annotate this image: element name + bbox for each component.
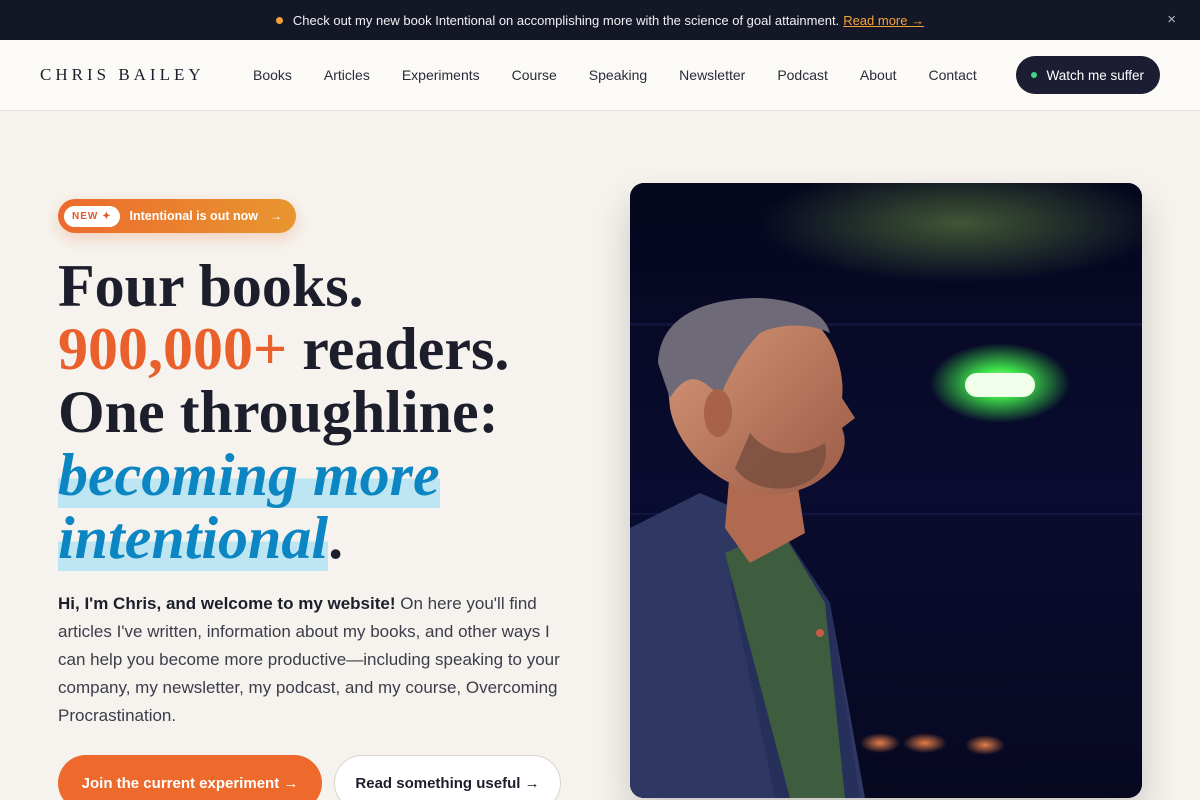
nav-item-experiments[interactable]: Experiments — [386, 67, 496, 83]
announcement-bar: Check out my new book Intentional on acc… — [0, 0, 1200, 40]
nav-item-articles[interactable]: Articles — [308, 67, 386, 83]
nav-item-podcast[interactable]: Podcast — [761, 67, 844, 83]
new-label: NEW ✦ — [64, 205, 120, 227]
hero-photo — [630, 183, 1142, 798]
read-something-useful-button[interactable]: Read something useful → — [334, 755, 561, 800]
arrow-right-icon: → — [269, 209, 282, 223]
nav-item-newsletter[interactable]: Newsletter — [663, 67, 761, 83]
intro-paragraph: Hi, I'm Chris, and welcome to my website… — [58, 590, 568, 730]
highlight-becoming-more: becoming more — [58, 442, 440, 508]
headline-period: . — [328, 505, 344, 571]
announcement-dot-icon — [275, 16, 283, 24]
headline-line-1: Four books. — [58, 253, 364, 319]
hero-headline: Four books. 900,000+ readers. One throug… — [58, 253, 598, 571]
nav-item-speaking[interactable]: Speaking — [573, 67, 663, 83]
intro-text: On here you'll find articles I've writte… — [58, 594, 560, 725]
main-nav: Books Articles Experiments Course Speaki… — [237, 40, 993, 110]
readers-count: 900,000+ — [58, 316, 288, 382]
headline-line-3: One throughline: — [58, 379, 499, 445]
headline-line-4: becoming more — [58, 442, 598, 508]
announcement-text: Check out my new book Intentional on acc… — [292, 12, 840, 28]
live-dot-icon — [1031, 72, 1038, 78]
headline-line-5: intentional. — [58, 505, 598, 571]
intro-bold: Hi, I'm Chris, and welcome to my website… — [58, 594, 396, 613]
highlight-intentional: intentional — [58, 505, 329, 571]
nav-item-books[interactable]: Books — [237, 67, 308, 83]
new-book-badge[interactable]: NEW ✦ Intentional is out now → — [58, 199, 296, 233]
join-experiment-button[interactable]: Join the current experiment → — [58, 755, 322, 800]
watch-me-suffer-button[interactable]: Watch me suffer — [1016, 56, 1160, 94]
nav-item-course[interactable]: Course — [496, 67, 573, 83]
nav-item-contact[interactable]: Contact — [913, 67, 993, 83]
site-logo[interactable]: CHRIS BAILEY — [40, 65, 205, 85]
watch-me-suffer-label: Watch me suffer — [1046, 67, 1144, 83]
speaker-photo-illustration — [630, 183, 1142, 798]
close-icon[interactable]: × — [1167, 11, 1176, 28]
readers-text: readers. — [287, 316, 510, 382]
site-header: CHRIS BAILEY Books Articles Experiments … — [0, 40, 1200, 111]
nav-item-about[interactable]: About — [844, 67, 913, 83]
announcement-read-more-link[interactable]: Read more → — [843, 13, 924, 28]
headline-line-2: 900,000+ readers. — [58, 318, 598, 381]
badge-text: Intentional is out now — [129, 209, 258, 223]
